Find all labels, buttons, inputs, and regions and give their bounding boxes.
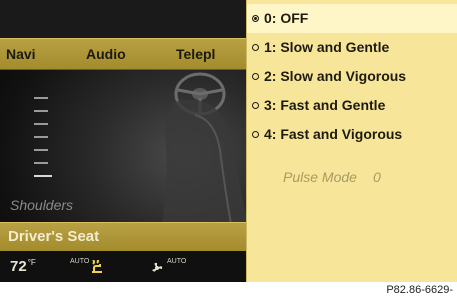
fan-icon bbox=[152, 262, 163, 272]
nav-item-navi[interactable]: Navi bbox=[6, 46, 36, 62]
level-tick bbox=[34, 149, 48, 151]
radio-unselected-icon bbox=[252, 131, 259, 138]
pulse-mode-value: 0 bbox=[372, 169, 381, 185]
nav-item-telephone[interactable]: Telepl bbox=[176, 46, 215, 62]
seat-heat-auto-label: AUTO bbox=[70, 258, 90, 265]
main-nav-bar: Navi Audio Telepl bbox=[0, 38, 246, 70]
seat-illustration bbox=[160, 99, 246, 235]
massage-option-0[interactable]: 0: OFF bbox=[247, 4, 457, 33]
seat-heat-icon bbox=[92, 260, 102, 273]
pulse-mode-label: Pulse Mode bbox=[283, 169, 357, 185]
pulse-mode-row: Pulse Mode 0 bbox=[283, 169, 381, 185]
level-tick bbox=[34, 97, 48, 99]
top-strip bbox=[0, 0, 246, 38]
radio-unselected-icon bbox=[252, 102, 259, 109]
radio-selected-icon bbox=[252, 15, 259, 22]
massage-option-label: 1: Slow and Gentle bbox=[264, 39, 390, 55]
massage-region-label: Shoulders bbox=[10, 197, 74, 213]
seat-label[interactable]: Driver's Seat bbox=[8, 228, 99, 245]
massage-option-label: 4: Fast and Vigorous bbox=[264, 126, 403, 142]
temperature-value: 72 bbox=[10, 258, 27, 275]
fan-auto-label: AUTO bbox=[167, 258, 187, 265]
level-tick bbox=[34, 162, 48, 164]
figure-caption: P82.86-6629- bbox=[386, 284, 453, 296]
nav-item-audio[interactable]: Audio bbox=[86, 46, 126, 62]
massage-option-3[interactable]: 3: Fast and Gentle bbox=[247, 91, 457, 120]
head-unit-screen: Navi Audio Telepl Shoulders Driver's Sea… bbox=[0, 0, 457, 282]
seat-panel: Navi Audio Telepl Shoulders Driver's Sea… bbox=[0, 0, 246, 282]
massage-option-label: 0: OFF bbox=[264, 10, 309, 26]
level-tick bbox=[34, 110, 48, 112]
radio-unselected-icon bbox=[252, 73, 259, 80]
level-tick bbox=[34, 175, 52, 177]
temperature-unit: °F bbox=[27, 258, 36, 267]
radio-unselected-icon bbox=[252, 44, 259, 51]
temperature-readout: 72°F bbox=[10, 258, 36, 275]
massage-option-4[interactable]: 4: Fast and Vigorous bbox=[247, 120, 457, 149]
massage-option-label: 3: Fast and Gentle bbox=[264, 97, 386, 113]
massage-option-1[interactable]: 1: Slow and Gentle bbox=[247, 33, 457, 62]
massage-level-scale bbox=[34, 97, 52, 193]
level-tick bbox=[34, 136, 48, 138]
massage-menu: 0: OFF 1: Slow and Gentle 2: Slow and Vigo… bbox=[246, 0, 457, 282]
massage-option-2[interactable]: 2: Slow and Vigorous bbox=[247, 62, 457, 91]
climate-status-bar: 72°F AUTO AUTO bbox=[0, 251, 246, 282]
massage-option-label: 2: Slow and Vigorous bbox=[264, 68, 407, 84]
seat-bar: Driver's Seat bbox=[0, 222, 246, 251]
level-tick bbox=[34, 123, 48, 125]
